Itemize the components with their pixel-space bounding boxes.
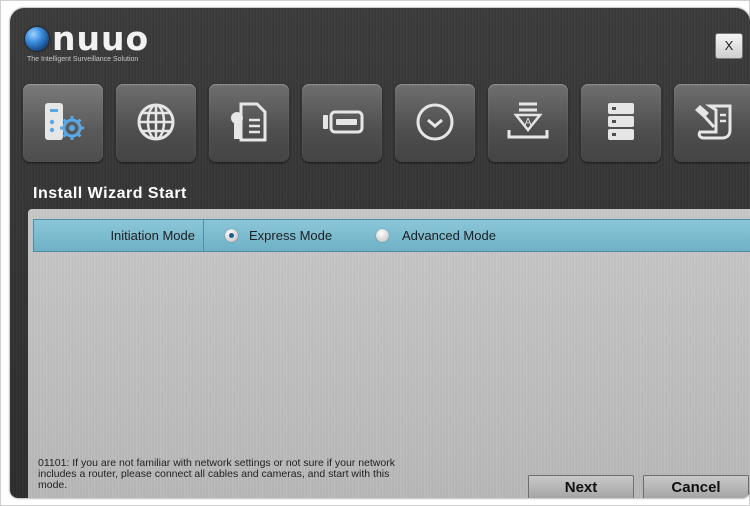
logo-tagline: The Intelligent Surveillance Solution [27,56,139,63]
certificate-icon [231,102,267,142]
page-title: Install Wizard Start [33,185,187,202]
logo-text: nuuo [52,19,150,58]
tools-document-icon [695,104,732,140]
advanced-mode-radio[interactable] [376,229,389,242]
install-tray-icon: A [507,102,549,139]
toolbar-item-tools[interactable] [674,84,750,162]
logo-globe-icon [25,27,49,51]
nuuo-wizard-window: nuuo The Intelligent Surveillance Soluti… [10,8,750,498]
toolbar-item-install[interactable]: A [488,84,568,162]
toolbar-item-schedule[interactable] [395,84,475,162]
clock-icon [416,103,454,141]
toolbar: A [23,84,750,166]
express-mode-label[interactable]: Express Mode [249,220,332,251]
toolbar-item-servers[interactable] [581,84,661,162]
toolbar-item-network[interactable] [116,84,196,162]
express-mode-radio[interactable] [225,229,238,242]
globe-icon [137,103,175,141]
wizard-panel: Initiation Mode Express Mode Advanced Mo… [28,209,750,498]
next-button[interactable]: Next [528,475,634,498]
toolbar-item-storage[interactable] [302,84,382,162]
hard-drive-icon [323,110,364,134]
mode-hint-text: 01101: If you are not familiar with netw… [38,457,395,491]
svg-text:A: A [525,117,532,128]
server-gear-icon [45,103,84,140]
cancel-button[interactable]: Cancel [643,475,749,498]
advanced-mode-label[interactable]: Advanced Mode [402,220,496,251]
toolbar-item-license[interactable] [209,84,289,162]
server-rack-icon [608,103,634,140]
toolbar-item-system-settings[interactable] [23,84,103,162]
initiation-mode-row: Initiation Mode Express Mode Advanced Mo… [33,219,750,252]
close-button[interactable]: X [715,33,743,59]
nuuo-logo: nuuo The Intelligent Surveillance Soluti… [25,19,150,63]
initiation-mode-label: Initiation Mode [34,220,204,251]
